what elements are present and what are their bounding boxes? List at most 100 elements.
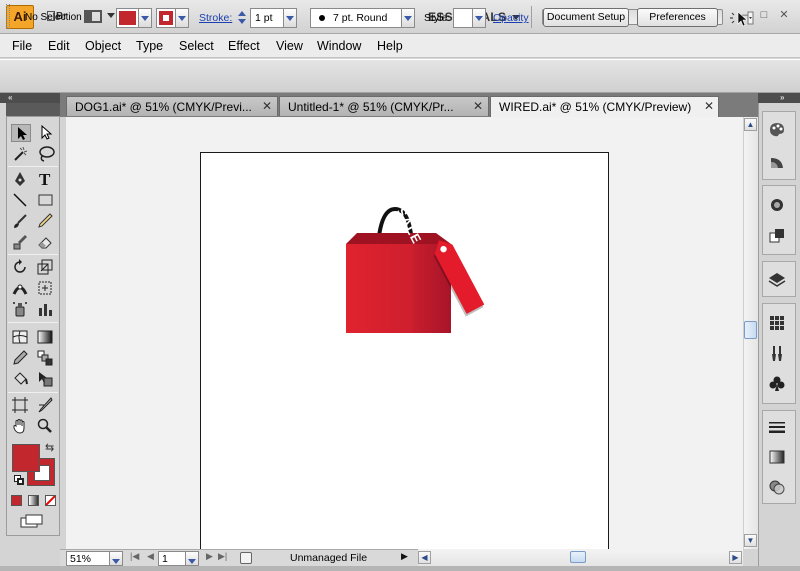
graphic-style-picker[interactable] [453,8,473,28]
scroll-right-button[interactable]: ▶ [729,551,742,564]
blob-brush-tool[interactable] [11,233,31,251]
scroll-up-button[interactable]: ▲ [744,118,757,131]
brushes-button[interactable] [767,344,787,364]
slice-tool[interactable] [36,396,56,414]
menu-window[interactable]: Window [317,39,361,53]
fill-dropdown[interactable] [139,8,152,28]
hand-tool[interactable] [11,417,31,435]
stroke-color-picker[interactable] [156,8,176,28]
layers-button[interactable] [767,270,787,290]
pencil-tool[interactable] [36,212,56,230]
shopping-bag-artwork[interactable]: SALE [201,153,610,550]
menu-select[interactable]: Select [179,39,214,53]
stroke-dropdown[interactable] [176,8,189,28]
version-cue-icon[interactable] [240,552,252,564]
free-transform-tool[interactable] [36,279,56,297]
paintbrush-tool[interactable] [11,212,31,230]
magic-wand-tool[interactable] [11,145,31,163]
close-icon[interactable]: ✕ [704,99,714,113]
panel-grip[interactable] [6,4,10,29]
width-tool[interactable] [11,279,31,297]
menu-file[interactable]: File [12,39,32,53]
brush-dropdown[interactable] [402,8,415,28]
tab-dog1[interactable]: DOG1.ai* @ 51% (CMYK/Previ... [66,96,278,116]
color-guide-button[interactable] [767,152,787,172]
eyedropper-tool[interactable] [11,349,31,367]
collapse-left-icon[interactable]: « [8,94,12,102]
graphic-styles-button[interactable] [767,226,787,246]
stroke-weight-stepper[interactable] [236,8,249,28]
first-artboard-icon[interactable]: |◀ [130,551,139,562]
next-artboard-icon[interactable]: ▶ [206,551,213,562]
color-panel-button[interactable] [767,120,787,140]
symbols-button[interactable] [767,374,787,394]
graphic-style-dropdown[interactable] [473,8,486,28]
screen-mode-button[interactable] [20,514,46,528]
swatches-button[interactable] [767,313,787,333]
line-segment-tool[interactable] [11,191,31,209]
fill-swatch[interactable] [12,444,40,472]
isolate-selection-button[interactable] [728,8,754,28]
transparency-button[interactable] [767,477,787,497]
menu-edit[interactable]: Edit [48,39,70,53]
menu-view[interactable]: View [276,39,303,53]
gradient-tool[interactable] [36,328,56,346]
collapse-right-icon[interactable]: » [780,94,784,102]
artboard-dropdown[interactable] [186,551,199,566]
menu-object[interactable]: Object [85,39,121,53]
artboard-tool[interactable] [11,396,31,414]
none-mode-button[interactable] [45,495,56,506]
scroll-left-button[interactable]: ◀ [418,551,431,564]
swap-fill-stroke-icon[interactable]: ⇆ [45,441,54,454]
tab-untitled-1[interactable]: Untitled-1* @ 51% (CMYK/Pr... [279,96,489,116]
last-artboard-icon[interactable]: ▶| [218,551,227,562]
horizontal-scroll-thumb[interactable] [570,551,586,563]
tab-wired[interactable]: WIRED.ai* @ 51% (CMYK/Preview) [490,96,719,117]
eraser-tool[interactable] [36,233,56,251]
close-icon[interactable]: ✕ [473,99,483,113]
zoom-dropdown[interactable] [110,551,123,566]
artboard-number-field[interactable]: 1 [158,551,186,566]
blend-tool[interactable] [36,349,56,367]
mesh-tool[interactable] [11,328,31,346]
opacity-link[interactable]: Opacity [493,12,529,24]
menu-type[interactable]: Type [136,39,163,53]
stroke-panel-link[interactable]: Stroke: [199,12,232,24]
arrange-documents-button[interactable] [82,8,118,26]
pen-tool[interactable] [11,170,31,188]
menu-effect[interactable]: Effect [228,39,260,53]
maximize-button[interactable]: □ [756,8,772,22]
column-graph-tool[interactable] [36,300,56,318]
status-menu-icon[interactable]: ▶ [401,551,408,562]
symbol-sprayer-tool[interactable] [11,300,31,318]
close-button[interactable]: ✕ [776,8,792,22]
brush-definition-field[interactable]: 7 pt. Round [310,8,402,28]
rectangle-tool[interactable] [36,191,56,209]
stroke-weight-dropdown[interactable] [284,8,297,28]
live-paint-selection-tool[interactable] [36,370,56,388]
stroke-panel-button[interactable] [767,418,787,438]
color-mode-button[interactable] [11,495,22,506]
document-setup-button[interactable]: Document Setup [543,8,629,27]
previous-artboard-icon[interactable]: ◀ [147,551,154,562]
scale-tool[interactable] [36,258,56,276]
live-paint-bucket-tool[interactable] [11,370,31,388]
artboard[interactable]: SALE [200,152,609,549]
gradient-mode-button[interactable] [28,495,39,506]
menu-help[interactable]: Help [377,39,403,53]
toolbox-header[interactable] [6,103,60,116]
selection-tool[interactable] [11,124,31,142]
appearance-button[interactable] [767,194,787,214]
rotate-tool[interactable] [11,258,31,276]
zoom-tool[interactable] [36,417,56,435]
direct-selection-tool[interactable] [36,124,56,142]
stroke-weight-field[interactable]: 1 pt [250,8,284,28]
fill-color-picker[interactable] [116,8,139,28]
vertical-scroll-thumb[interactable] [744,321,757,339]
scroll-down-button[interactable]: ▼ [744,534,757,547]
close-icon[interactable]: ✕ [262,99,272,113]
type-tool[interactable]: T [36,170,56,188]
gradient-panel-button[interactable] [767,447,787,467]
default-colors-icon[interactable] [14,475,24,485]
zoom-level-field[interactable]: 51% [66,551,110,566]
